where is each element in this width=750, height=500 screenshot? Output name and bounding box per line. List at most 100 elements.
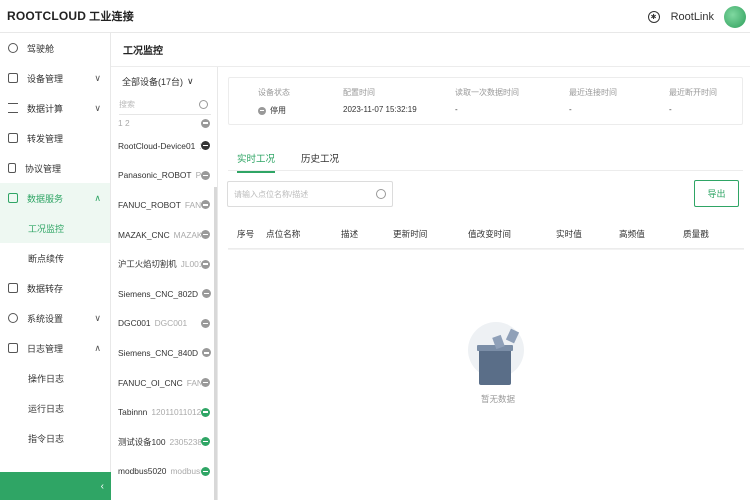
status-dot	[201, 118, 210, 128]
sidebar-item-data-compute[interactable]: 数据计算 ∨	[0, 93, 110, 123]
app-logo[interactable]: ROOTCLOUD 工业连接	[7, 8, 134, 24]
status-value: -	[669, 105, 672, 114]
chevron-down-icon: ∨	[187, 75, 194, 86]
status-col-last-connect-time: 最近连接时间 -	[569, 87, 617, 114]
status-value-text: 停用	[270, 106, 286, 115]
search-icon[interactable]	[199, 100, 208, 109]
empty-state: 暂无数据	[458, 322, 538, 432]
settings-icon	[8, 313, 18, 323]
column-header[interactable]: 更新时间	[393, 228, 427, 240]
data-store-icon	[8, 283, 18, 293]
log-icon	[8, 343, 18, 353]
sidebar-item-log-management[interactable]: 日志管理 ∧	[0, 333, 110, 363]
status-label: 最近连接时间	[569, 88, 617, 97]
column-header[interactable]: 值改变时间	[468, 228, 511, 240]
list-item[interactable]: 1 2	[111, 115, 217, 131]
sidebar-item-data-storage[interactable]: 数据转存	[0, 273, 110, 303]
list-item[interactable]: MAZAK_CNC MAZAK_C...	[111, 220, 217, 250]
tab-realtime[interactable]: 实时工况	[237, 151, 276, 173]
column-header[interactable]: 高频值	[619, 228, 645, 240]
device-id: MAZAK_C...	[173, 229, 201, 240]
point-search-placeholder: 请输入点位名称/描述	[234, 189, 309, 199]
sidebar-item-cockpit[interactable]: 驾驶舱	[0, 33, 110, 63]
status-dot	[201, 230, 210, 240]
device-id: FANUC_...	[184, 199, 201, 210]
page-title-bar: 工况监控	[111, 33, 750, 67]
settings-gear-icon[interactable]: ✱	[647, 10, 660, 23]
sidebar-item-label: 操作日志	[28, 373, 65, 384]
device-name: RootCloud-Device01	[118, 140, 196, 151]
list-item[interactable]: FANUC_ROBOT FANUC_...	[111, 190, 217, 220]
device-name: Tabinnn	[118, 407, 148, 418]
list-item[interactable]: Tabinnn 120110110120	[111, 397, 217, 427]
list-item[interactable]: RootCloud-Device01 17...	[111, 131, 217, 161]
device-filter-dropdown[interactable]: 全部设备(17台) ∨	[111, 67, 217, 95]
chevron-up-icon: ∧	[94, 343, 101, 353]
sidebar-subitem-resume-transfer[interactable]: 断点续传	[0, 243, 110, 273]
user-name[interactable]: RootLink	[671, 11, 714, 23]
sidebar-item-data-service[interactable]: 数据服务 ∧	[0, 183, 110, 213]
chevron-down-icon: ∨	[94, 313, 101, 323]
column-header[interactable]: 质量戳	[683, 228, 709, 240]
column-header[interactable]: 点位名称	[266, 228, 300, 240]
list-item[interactable]: Panasonic_ROBOT Pana...	[111, 161, 217, 191]
chevron-left-icon: ‹	[100, 480, 104, 492]
sidebar-subitem-condition-monitoring[interactable]: 工况监控	[0, 213, 110, 243]
sidebar-subitem-operation-log[interactable]: 操作日志	[0, 363, 110, 393]
user-avatar[interactable]	[724, 5, 746, 28]
status-value: 停用	[258, 105, 290, 116]
chevron-down-icon: ∨	[94, 73, 101, 83]
sidebar-item-forward-management[interactable]: 转发管理	[0, 123, 110, 153]
sidebar-item-label: 驾驶舱	[27, 43, 55, 54]
list-item[interactable]: 测试设备100 23052382...	[111, 427, 217, 457]
sidebar-item-device-management[interactable]: 设备管理 ∨	[0, 63, 110, 93]
status-dot	[201, 200, 210, 210]
logo-text: ROOTCLOUD	[7, 9, 87, 23]
sidebar-item-protocol-management[interactable]: 协议管理	[0, 153, 110, 183]
device-name: FANUC_OI_CNC	[118, 377, 183, 388]
export-button[interactable]: 导出	[694, 180, 739, 207]
header-right: ✱ RootLink	[647, 0, 750, 33]
status-label: 最近断开时间	[669, 88, 717, 97]
sidebar-item-label: 断点续传	[28, 253, 65, 264]
device-id: 120110110120	[151, 407, 201, 418]
status-value: -	[455, 105, 458, 114]
status-col-config-time: 配置时间 2023-11-07 15:32:19	[343, 87, 417, 114]
device-list-scrollbar[interactable]	[214, 187, 217, 500]
sidebar-item-label: 运行日志	[28, 403, 65, 414]
tab-history[interactable]: 历史工况	[301, 151, 339, 171]
sidebar-collapse-button[interactable]: ‹	[0, 472, 111, 500]
list-item[interactable]: modbus5020 modbus5...	[111, 457, 217, 487]
point-search-input[interactable]: 请输入点位名称/描述	[227, 181, 393, 207]
sidebar-subitem-command-log[interactable]: 指令日志	[0, 423, 110, 453]
device-id: 23052382...	[169, 436, 201, 447]
column-header[interactable]: 实时值	[556, 228, 582, 240]
device-name: 沪工火焰切割机	[118, 259, 177, 270]
sidebar-item-label: 转发管理	[27, 133, 64, 144]
sidebar-item-label: 数据转存	[27, 283, 64, 294]
table-header: 序号 点位名称 描述 更新时间 值改变时间 实时值 高频值 质量戳	[228, 217, 744, 249]
list-item[interactable]: FANUC_OI_CNC FANUC...	[111, 368, 217, 398]
status-value: 2023-11-07 15:32:19	[343, 105, 417, 114]
column-header[interactable]: 描述	[341, 228, 358, 240]
list-item[interactable]: Siemens_CNC_802D Sie...	[111, 279, 217, 309]
forward-icon	[8, 133, 18, 143]
device-id: DGC001	[154, 318, 188, 329]
compute-icon	[8, 103, 18, 113]
status-dot	[201, 318, 210, 328]
device-filter-label: 全部设备(17台)	[122, 76, 184, 87]
search-icon[interactable]	[376, 189, 386, 199]
device-search-input[interactable]: 搜索	[119, 95, 211, 115]
column-header[interactable]: 序号	[237, 228, 254, 240]
sidebar-item-system-settings[interactable]: 系统设置 ∨	[0, 303, 110, 333]
sidebar-subitem-runtime-log[interactable]: 运行日志	[0, 393, 110, 423]
list-item[interactable]: 沪工火焰切割机 JL001	[111, 249, 217, 279]
status-col-device-state: 设备状态 停用	[258, 87, 290, 116]
list-item[interactable]: DGC001 DGC001	[111, 309, 217, 339]
status-col-last-disconnect-time: 最近断开时间 -	[669, 87, 717, 114]
list-item[interactable]: Siemens_CNC_840D Sie...	[111, 338, 217, 368]
empty-box-icon	[477, 345, 513, 385]
device-name: FANUC_ROBOT	[118, 199, 181, 210]
device-panel: 全部设备(17台) ∨ 搜索 1 2 RootCloud-Device01 17…	[111, 67, 218, 500]
status-dot	[202, 289, 212, 299]
